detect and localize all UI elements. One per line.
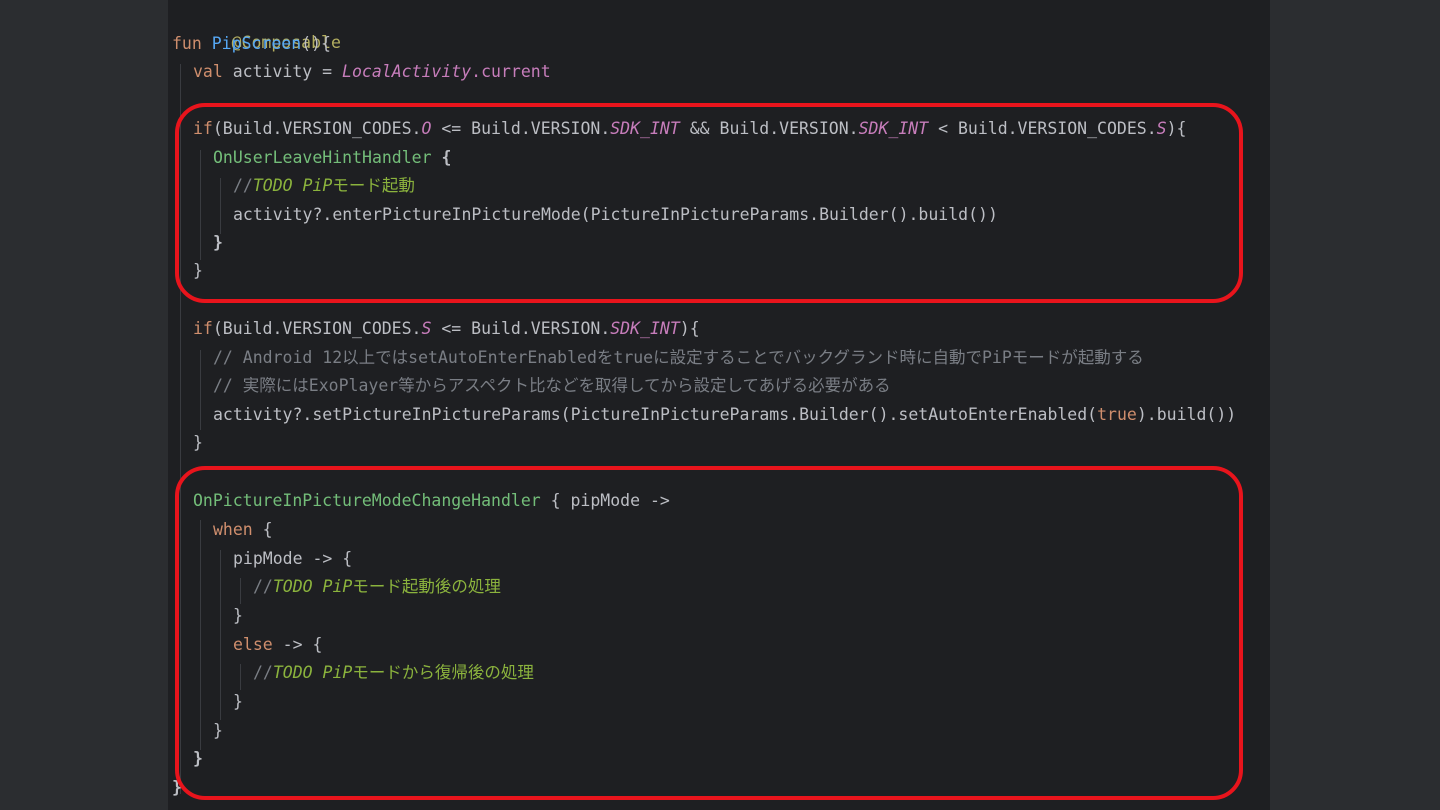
code-text-token: activity?.setPictureInPictureParams(Pict… (213, 405, 1098, 424)
keyword-token: fun (172, 34, 202, 53)
constant-token: S (421, 319, 432, 338)
code-line-if-version-s: if(Build.VERSION_CODES.S <= Build.VERSIO… (193, 315, 700, 343)
keyword-token: true (1097, 405, 1137, 424)
code-line-val-activity: val activity = LocalActivity.current (193, 58, 551, 86)
highlight-box-pip-mode-change (175, 466, 1243, 800)
comment-token: // 実際にはExoPlayer等からアスペクト比などを取得してから設定してあげ… (213, 376, 891, 395)
comment-token: // Android 12以上ではsetAutoEnterEnabledをtru… (213, 348, 1144, 367)
keyword-token: if (193, 319, 213, 338)
code-text-token: ).build()) (1136, 405, 1237, 424)
highlight-box-user-leave-hint (175, 103, 1243, 303)
code-text-token: activity = (222, 62, 343, 81)
constant-token: SDK_INT (610, 319, 680, 338)
code-line-close-brace: } (193, 429, 203, 457)
code-text-token: (Build.VERSION_CODES. (212, 319, 422, 338)
brace-token: } (193, 433, 203, 452)
indent-guide (200, 350, 201, 430)
property-token: .current (471, 62, 551, 81)
keyword-token: val (193, 62, 223, 81)
code-line-set-pip-params: activity?.setPictureInPictureParams(Pict… (213, 401, 1236, 429)
code-text-token: <= Build.VERSION. (431, 319, 611, 338)
code-line-annotation: @Composable (172, 1, 341, 52)
local-activity-token: LocalActivity (342, 62, 472, 81)
code-text-token: ){ (679, 319, 700, 338)
code-line-fun-declaration: fun PipScreen(){ (172, 30, 331, 58)
code-line-comment: // Android 12以上ではsetAutoEnterEnabledをtru… (213, 344, 1144, 372)
function-name-token: PipScreen (211, 34, 302, 53)
code-line-comment: // 実際にはExoPlayer等からアスペクト比などを取得してから設定してあげ… (213, 372, 891, 400)
punctuation-token: (){ (301, 34, 331, 53)
screenshot-stage: @Composable fun PipScreen(){ val activit… (0, 0, 1440, 810)
